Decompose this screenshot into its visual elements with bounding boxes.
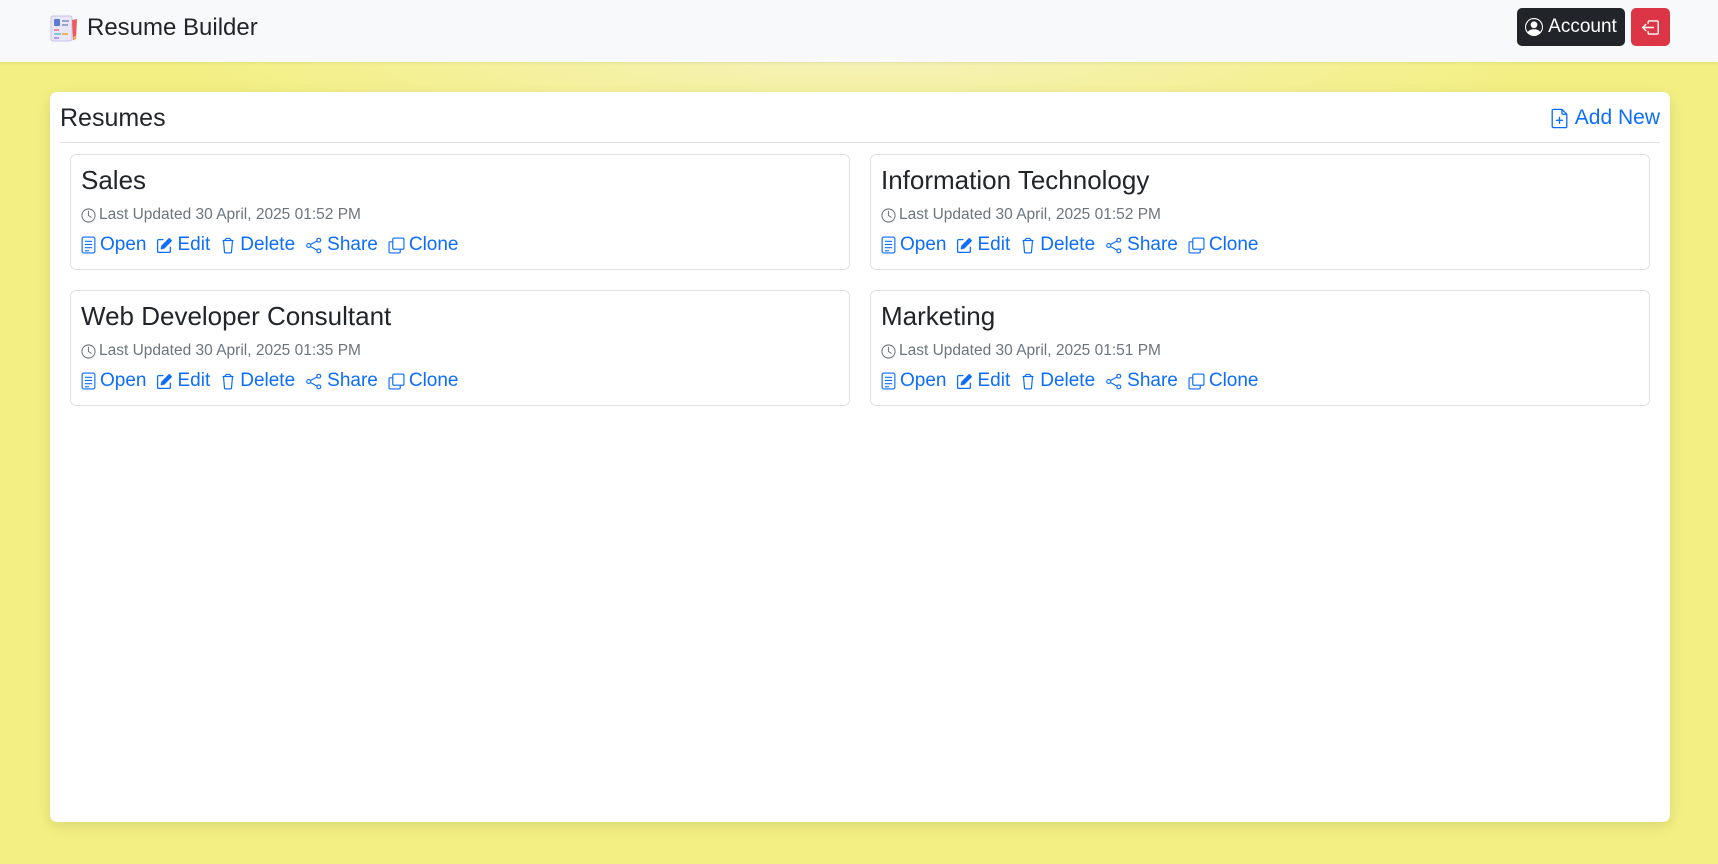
edit-label: Edit: [977, 234, 1011, 255]
share-icon: [1106, 373, 1122, 389]
edit-link[interactable]: Edit: [156, 370, 210, 392]
share-link[interactable]: Share: [305, 370, 378, 392]
share-label: Share: [327, 370, 378, 391]
delete-label: Delete: [1040, 370, 1096, 391]
trash-icon: [222, 237, 234, 254]
share-label: Share: [1127, 370, 1178, 391]
person-circle-icon: [1525, 18, 1544, 36]
card-actions: Open Edit Delete Share Clone: [881, 234, 1259, 256]
clone-link[interactable]: Clone: [1188, 234, 1259, 256]
open-link[interactable]: Open: [81, 234, 146, 256]
last-updated: Last Updated 30 April, 2025 01:52 PM: [81, 206, 361, 224]
edit-label: Edit: [977, 370, 1011, 391]
account-label: Account: [1548, 16, 1617, 37]
brand-name: Resume Builder: [87, 14, 258, 41]
edit-label: Edit: [177, 370, 211, 391]
copy-icon: [1188, 236, 1205, 254]
share-icon: [306, 237, 322, 253]
resume-card-sales: Sales Last Updated 30 April, 2025 01:52 …: [70, 154, 850, 270]
delete-label: Delete: [240, 234, 296, 255]
share-icon: [1106, 237, 1122, 253]
open-label: Open: [900, 234, 947, 255]
resumes-panel: Resumes Add New Sales Last Updated 30 Ap…: [50, 92, 1670, 822]
clone-link[interactable]: Clone: [388, 370, 459, 392]
open-label: Open: [100, 234, 147, 255]
delete-link[interactable]: Delete: [220, 234, 295, 256]
page-title: Resumes: [60, 104, 166, 132]
clone-label: Clone: [1208, 370, 1259, 391]
resume-title: Sales: [81, 165, 147, 195]
clock-icon: [81, 343, 96, 359]
clone-link[interactable]: Clone: [388, 234, 459, 256]
clone-label: Clone: [408, 370, 459, 391]
delete-link[interactable]: Delete: [1020, 234, 1095, 256]
delete-label: Delete: [240, 370, 296, 391]
file-text-icon: [81, 372, 96, 390]
trash-icon: [1022, 237, 1034, 254]
pencil-square-icon: [157, 237, 173, 253]
panel-header: Resumes Add New: [60, 102, 1660, 143]
clone-label: Clone: [1208, 234, 1259, 255]
share-link[interactable]: Share: [305, 234, 378, 256]
edit-label: Edit: [177, 234, 211, 255]
edit-link[interactable]: Edit: [956, 370, 1010, 392]
clock-icon: [881, 207, 896, 223]
last-updated-text: Last Updated 30 April, 2025 01:51 PM: [899, 342, 1161, 359]
resume-logo-icon: [50, 15, 77, 41]
pencil-square-icon: [957, 237, 973, 253]
card-actions: Open Edit Delete Share Clone: [881, 370, 1259, 392]
share-label: Share: [327, 234, 378, 255]
edit-link[interactable]: Edit: [156, 234, 210, 256]
last-updated-text: Last Updated 30 April, 2025 01:35 PM: [99, 342, 361, 359]
last-updated: Last Updated 30 April, 2025 01:52 PM: [881, 206, 1161, 224]
open-link[interactable]: Open: [881, 234, 946, 256]
box-arrow-left-icon: [1642, 19, 1659, 35]
add-new-button[interactable]: Add New: [1551, 106, 1660, 130]
trash-icon: [222, 373, 234, 390]
top-navbar: Resume Builder Account: [0, 0, 1718, 62]
clock-icon: [81, 207, 96, 223]
share-icon: [306, 373, 322, 389]
open-link[interactable]: Open: [881, 370, 946, 392]
last-updated-text: Last Updated 30 April, 2025 01:52 PM: [99, 206, 361, 223]
resume-title: Information Technology: [881, 165, 1150, 195]
share-link[interactable]: Share: [1105, 370, 1178, 392]
pencil-square-icon: [957, 373, 973, 389]
copy-icon: [388, 372, 405, 390]
resume-card-information-technology: Information Technology Last Updated 30 A…: [870, 154, 1650, 270]
account-button[interactable]: Account: [1517, 8, 1625, 46]
resume-card-marketing: Marketing Last Updated 30 April, 2025 01…: [870, 290, 1650, 406]
open-link[interactable]: Open: [81, 370, 146, 392]
resume-title: Marketing: [881, 301, 996, 331]
delete-link[interactable]: Delete: [1020, 370, 1095, 392]
card-actions: Open Edit Delete Share Clone: [81, 370, 459, 392]
share-label: Share: [1127, 234, 1178, 255]
last-updated-text: Last Updated 30 April, 2025 01:52 PM: [899, 206, 1161, 223]
trash-icon: [1022, 373, 1034, 390]
share-link[interactable]: Share: [1105, 234, 1178, 256]
copy-icon: [1188, 372, 1205, 390]
logout-button[interactable]: [1631, 8, 1670, 46]
delete-link[interactable]: Delete: [220, 370, 295, 392]
clone-link[interactable]: Clone: [1188, 370, 1259, 392]
card-actions: Open Edit Delete Share Clone: [81, 234, 459, 256]
pencil-square-icon: [157, 373, 173, 389]
file-text-icon: [881, 372, 896, 390]
last-updated: Last Updated 30 April, 2025 01:35 PM: [81, 342, 361, 360]
resume-card-web-developer-consultant: Web Developer Consultant Last Updated 30…: [70, 290, 850, 406]
copy-icon: [388, 236, 405, 254]
edit-link[interactable]: Edit: [956, 234, 1010, 256]
open-label: Open: [100, 370, 147, 391]
resume-title: Web Developer Consultant: [81, 301, 392, 331]
add-new-label: Add New: [1574, 106, 1660, 129]
file-earmark-plus-icon: [1551, 108, 1568, 128]
brand-link[interactable]: Resume Builder: [50, 12, 258, 44]
delete-label: Delete: [1040, 234, 1096, 255]
file-text-icon: [81, 236, 96, 254]
last-updated: Last Updated 30 April, 2025 01:51 PM: [881, 342, 1161, 360]
file-text-icon: [881, 236, 896, 254]
open-label: Open: [900, 370, 947, 391]
clone-label: Clone: [408, 234, 459, 255]
clock-icon: [881, 343, 896, 359]
